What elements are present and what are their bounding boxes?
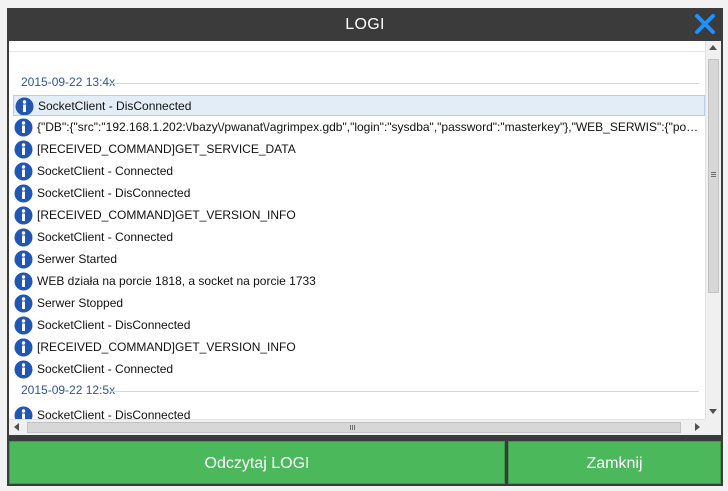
group-date-label: 2015-09-22 12:5x — [21, 383, 120, 397]
thumb-grip — [350, 425, 351, 430]
scrollbar-corner — [705, 419, 721, 435]
log-message: [RECEIVED_COMMAND]GET_SERVICE_DATA — [37, 142, 296, 156]
log-row[interactable]: SocketClient - DisConnected — [13, 405, 705, 419]
log-message: SocketClient - Connected — [37, 362, 174, 376]
log-message: Serwer Stopped — [37, 296, 124, 310]
log-row[interactable]: SocketClient - DisConnected — [13, 183, 705, 204]
log-message: SocketClient - DisConnected — [38, 99, 192, 113]
thumb-grip — [354, 425, 355, 430]
info-icon — [14, 338, 33, 357]
scroll-up-arrow-icon[interactable] — [709, 45, 717, 50]
thumb-grip — [352, 425, 353, 430]
window-title: LOGI — [345, 16, 385, 33]
log-row[interactable]: {"DB":{"src":"192.168.1.202:\/bazy\/pwan… — [13, 117, 705, 138]
info-icon — [14, 316, 33, 335]
list-header-strip — [9, 41, 705, 52]
thumb-grip — [711, 176, 716, 177]
title-bar: LOGI — [7, 8, 723, 41]
info-icon — [14, 140, 33, 159]
close-button[interactable]: Zamknij — [508, 441, 721, 484]
log-message: SocketClient - DisConnected — [37, 186, 191, 200]
group-date-label: 2015-09-22 13:4x — [21, 75, 120, 89]
log-row[interactable]: Serwer Stopped — [13, 293, 705, 314]
close-icon[interactable] — [693, 12, 717, 36]
horizontal-scroll-thumb[interactable] — [27, 422, 681, 433]
log-row[interactable]: Serwer Started — [13, 249, 705, 270]
info-icon — [15, 97, 34, 115]
log-message: [RECEIVED_COMMAND]GET_VERSION_INFO — [37, 208, 296, 222]
log-row[interactable]: WEB działa na porcie 1818, a socket na p… — [13, 271, 705, 292]
info-icon — [14, 184, 33, 203]
log-message: WEB działa na porcie 1818, a socket na p… — [37, 274, 316, 288]
vertical-scrollbar[interactable] — [705, 41, 721, 419]
button-bar: Odczytaj LOGI Zamknij — [9, 441, 721, 484]
read-logs-button[interactable]: Odczytaj LOGI — [9, 441, 505, 484]
log-message: SocketClient - DisConnected — [37, 318, 191, 332]
group-divider — [109, 83, 699, 84]
log-panel: 2015-09-22 13:4x SocketClient - DisConne… — [9, 41, 721, 435]
info-icon — [14, 272, 33, 291]
thumb-grip — [711, 174, 716, 175]
scroll-right-arrow-icon[interactable] — [695, 423, 700, 431]
log-row[interactable]: SocketClient - Connected — [13, 359, 705, 380]
log-row[interactable]: SocketClient - Connected — [13, 227, 705, 248]
log-group-header: 2015-09-22 13:4x — [9, 73, 705, 93]
log-message: [RECEIVED_COMMAND]GET_VERSION_INFO — [37, 340, 296, 354]
log-message: SocketClient - Connected — [37, 230, 174, 244]
log-window: LOGI 2015-09-22 13:4x SocketClient - Dis… — [7, 8, 723, 486]
log-message: {"DB":{"src":"192.168.1.202:\/bazy\/pwan… — [37, 120, 701, 134]
info-icon — [14, 360, 33, 379]
log-message: SocketClient - DisConnected — [37, 408, 191, 419]
log-group-header: 2015-09-22 12:5x — [9, 381, 705, 401]
info-icon — [14, 206, 33, 225]
thumb-grip — [711, 172, 716, 173]
log-row[interactable]: [RECEIVED_COMMAND]GET_VERSION_INFO — [13, 337, 705, 358]
log-row[interactable]: SocketClient - Connected — [13, 161, 705, 182]
info-icon — [14, 406, 33, 419]
log-row[interactable]: SocketClient - DisConnected — [13, 315, 705, 336]
log-message: SocketClient - Connected — [37, 164, 174, 178]
scroll-down-arrow-icon[interactable] — [709, 409, 717, 414]
log-row[interactable]: SocketClient - DisConnected — [13, 95, 705, 116]
horizontal-scrollbar[interactable] — [9, 419, 705, 435]
vertical-scroll-thumb[interactable] — [708, 59, 719, 293]
info-icon — [14, 162, 33, 181]
log-row[interactable]: [RECEIVED_COMMAND]GET_VERSION_INFO — [13, 205, 705, 226]
info-icon — [14, 294, 33, 313]
info-icon — [14, 228, 33, 247]
log-list[interactable]: 2015-09-22 13:4x SocketClient - DisConne… — [9, 41, 705, 419]
info-icon — [14, 250, 33, 269]
log-message: Serwer Started — [37, 252, 118, 266]
scroll-left-arrow-icon[interactable] — [14, 423, 19, 431]
group-divider — [109, 391, 699, 392]
log-row[interactable]: [RECEIVED_COMMAND]GET_SERVICE_DATA — [13, 139, 705, 160]
info-icon — [14, 118, 33, 137]
